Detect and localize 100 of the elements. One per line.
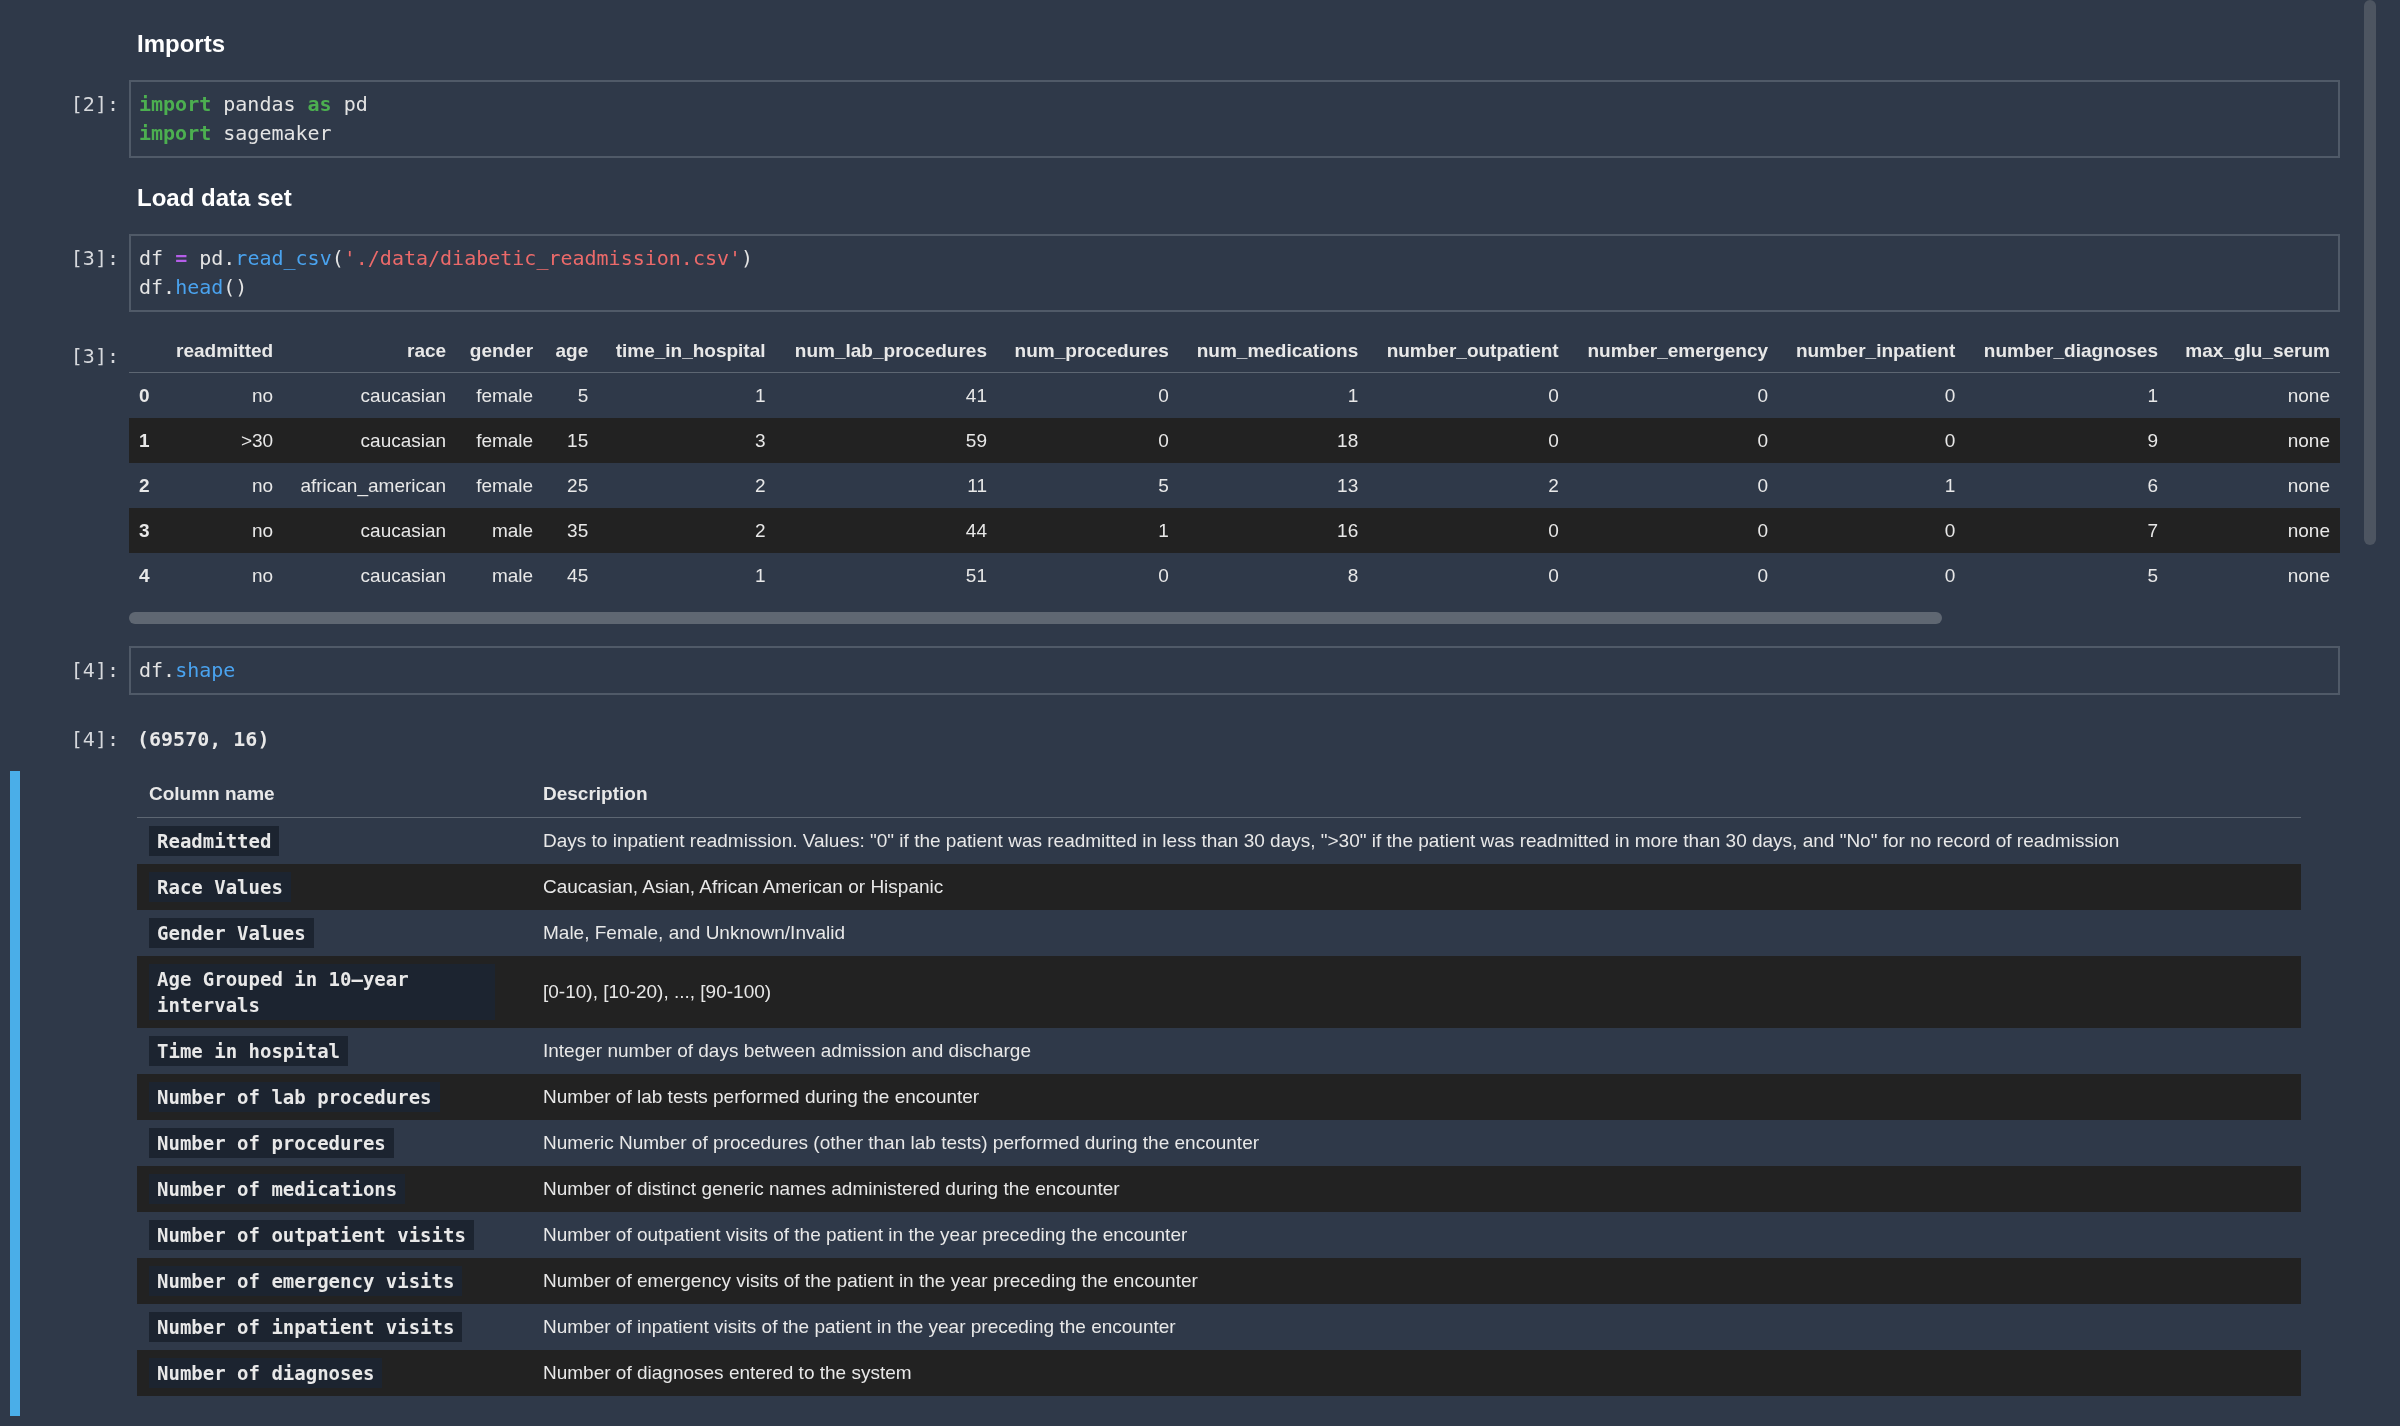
description-text: [0-10), [10-20), ..., [90-100): [543, 981, 772, 1002]
column-name-code: Number of diagnoses: [149, 1358, 383, 1388]
notebook-cell[interactable]: [2]: import pandas as pd import sagemaker: [0, 80, 2340, 178]
table-cell: 1: [1178, 372, 1369, 418]
section-heading: Load data set: [137, 184, 293, 212]
table-cell: 0: [1568, 463, 1779, 508]
table-cell: 0: [1368, 508, 1569, 553]
table-cell: female: [456, 372, 544, 418]
table-cell: none: [2168, 418, 2340, 463]
column-name-code: Number of outpatient visits: [149, 1220, 474, 1250]
column-header: num_lab_procedures: [775, 332, 997, 373]
table-cell: >30: [160, 418, 284, 463]
table-cell: 51: [775, 553, 997, 598]
table-cell: no: [160, 508, 284, 553]
table-cell: caucasian: [283, 418, 457, 463]
table-cell: 1: [1778, 463, 1966, 508]
table-cell: female: [456, 463, 544, 508]
cell-prompt: [3]:: [70, 246, 119, 270]
column-header: number_emergency: [1568, 332, 1779, 373]
row-index: 4: [129, 553, 161, 598]
column-name-code: Time in hospital: [149, 1036, 349, 1066]
notebook-cell[interactable]: Load data set: [0, 178, 2340, 234]
table-cell: 11: [775, 463, 997, 508]
table-cell: none: [2168, 553, 2340, 598]
column-name-code: Readmitted: [149, 826, 280, 856]
table-cell: 59: [775, 418, 997, 463]
table-cell: 0: [997, 372, 1179, 418]
table-cell: 1: [598, 372, 776, 418]
section-heading: Imports: [137, 30, 226, 58]
column-header: num_medications: [1178, 332, 1369, 373]
table-cell: none: [2168, 372, 2340, 418]
row-index: 2: [129, 463, 161, 508]
table-cell: no: [160, 463, 284, 508]
table-cell: 2: [598, 508, 776, 553]
description-text: Number of inpatient visits of the patient in the year preceding the encounter: [543, 1316, 1176, 1337]
column-name-code: Number of inpatient visits: [149, 1312, 463, 1342]
table-cell: caucasian: [283, 372, 457, 418]
table-cell: 6: [1965, 463, 2168, 508]
cell-prompt: [4]:: [70, 727, 119, 751]
column-name-code: Race Values: [149, 872, 291, 902]
description-text: Days to inpatient readmission. Values: "0" if the patient was readmitted in less than 30 days, ">30" if the patient was readmitted in more than 30 days, and "No" for no record of readmission: [543, 830, 2120, 851]
table-cell: 3: [598, 418, 776, 463]
column-name-code: Number of lab procedures: [149, 1082, 440, 1112]
table-cell: 2: [598, 463, 776, 508]
column-header: race: [283, 332, 457, 373]
code-editor[interactable]: df = pd.read_csv('./data/diabetic_readmission.csv') df.head(): [129, 234, 2340, 312]
column-name-code: Age Grouped in 10–year intervals: [149, 964, 495, 1020]
table-cell: 7: [1965, 508, 2168, 553]
table-cell: 0: [1568, 553, 1779, 598]
cell-prompt: [3]:: [70, 344, 119, 368]
column-header: readmitted: [160, 332, 284, 373]
column-header: Description: [531, 771, 2301, 818]
table-cell: 5: [997, 463, 1179, 508]
table-cell: 41: [775, 372, 997, 418]
notebook-cell[interactable]: [4]: df.shape: [0, 646, 2340, 715]
code-editor[interactable]: import pandas as pd import sagemaker: [129, 80, 2340, 158]
description-text: Number of distinct generic names administered during the encounter: [543, 1178, 1120, 1199]
column-header: gender: [456, 332, 544, 373]
table-cell: 25: [543, 463, 599, 508]
notebook-cell[interactable]: Imports: [0, 24, 2340, 80]
table-cell: 0: [1778, 508, 1966, 553]
output-text: (69570, 16): [136, 726, 271, 751]
code-editor[interactable]: df.shape: [129, 646, 2340, 695]
table-cell: 0: [1568, 508, 1779, 553]
column-header: number_diagnoses: [1965, 332, 2168, 373]
notebook-cell[interactable]: [4]: (69570, 16): [0, 715, 2340, 771]
table-cell: caucasian: [283, 553, 457, 598]
table-cell: 18: [1178, 418, 1369, 463]
table-cell: 13: [1178, 463, 1369, 508]
table-cell: no: [160, 372, 284, 418]
row-index: 1: [129, 418, 161, 463]
column-header: max_glu_serum: [2168, 332, 2340, 373]
table-cell: african_american: [283, 463, 457, 508]
table-cell: 0: [1368, 372, 1569, 418]
table-cell: 2: [1368, 463, 1569, 508]
table-cell: caucasian: [283, 508, 457, 553]
table-cell: 1: [997, 508, 1179, 553]
table-cell: 5: [543, 372, 599, 418]
horizontal-scrollbar[interactable]: [129, 612, 1942, 624]
vertical-scrollbar[interactable]: [2364, 0, 2376, 545]
table-cell: 9: [1965, 418, 2168, 463]
table-cell: female: [456, 418, 544, 463]
column-name-code: Number of procedures: [149, 1128, 394, 1158]
description-text: Numeric Number of procedures (other than lab tests) performed during the encounter: [543, 1132, 1260, 1153]
table-cell: no: [160, 553, 284, 598]
table-cell: 44: [775, 508, 997, 553]
column-header: number_outpatient: [1368, 332, 1569, 373]
cell-prompt: [2]:: [70, 92, 119, 116]
column-header: age: [543, 332, 599, 373]
table-cell: male: [456, 553, 544, 598]
column-name-code: Number of medications: [149, 1174, 406, 1204]
column-name-code: Gender Values: [149, 918, 314, 948]
table-cell: 0: [997, 418, 1179, 463]
table-cell: 0: [1778, 553, 1966, 598]
column-header: time_in_hospital: [598, 332, 776, 373]
table-cell: male: [456, 508, 544, 553]
description-text: Number of emergency visits of the patient in the year preceding the encounter: [543, 1270, 1198, 1291]
table-cell: none: [2168, 508, 2340, 553]
notebook-cell[interactable]: [3]: df = pd.read_csv('./data/diabetic_readmission.csv') df.head(): [0, 234, 2340, 332]
cell-prompt: [4]:: [70, 658, 119, 682]
